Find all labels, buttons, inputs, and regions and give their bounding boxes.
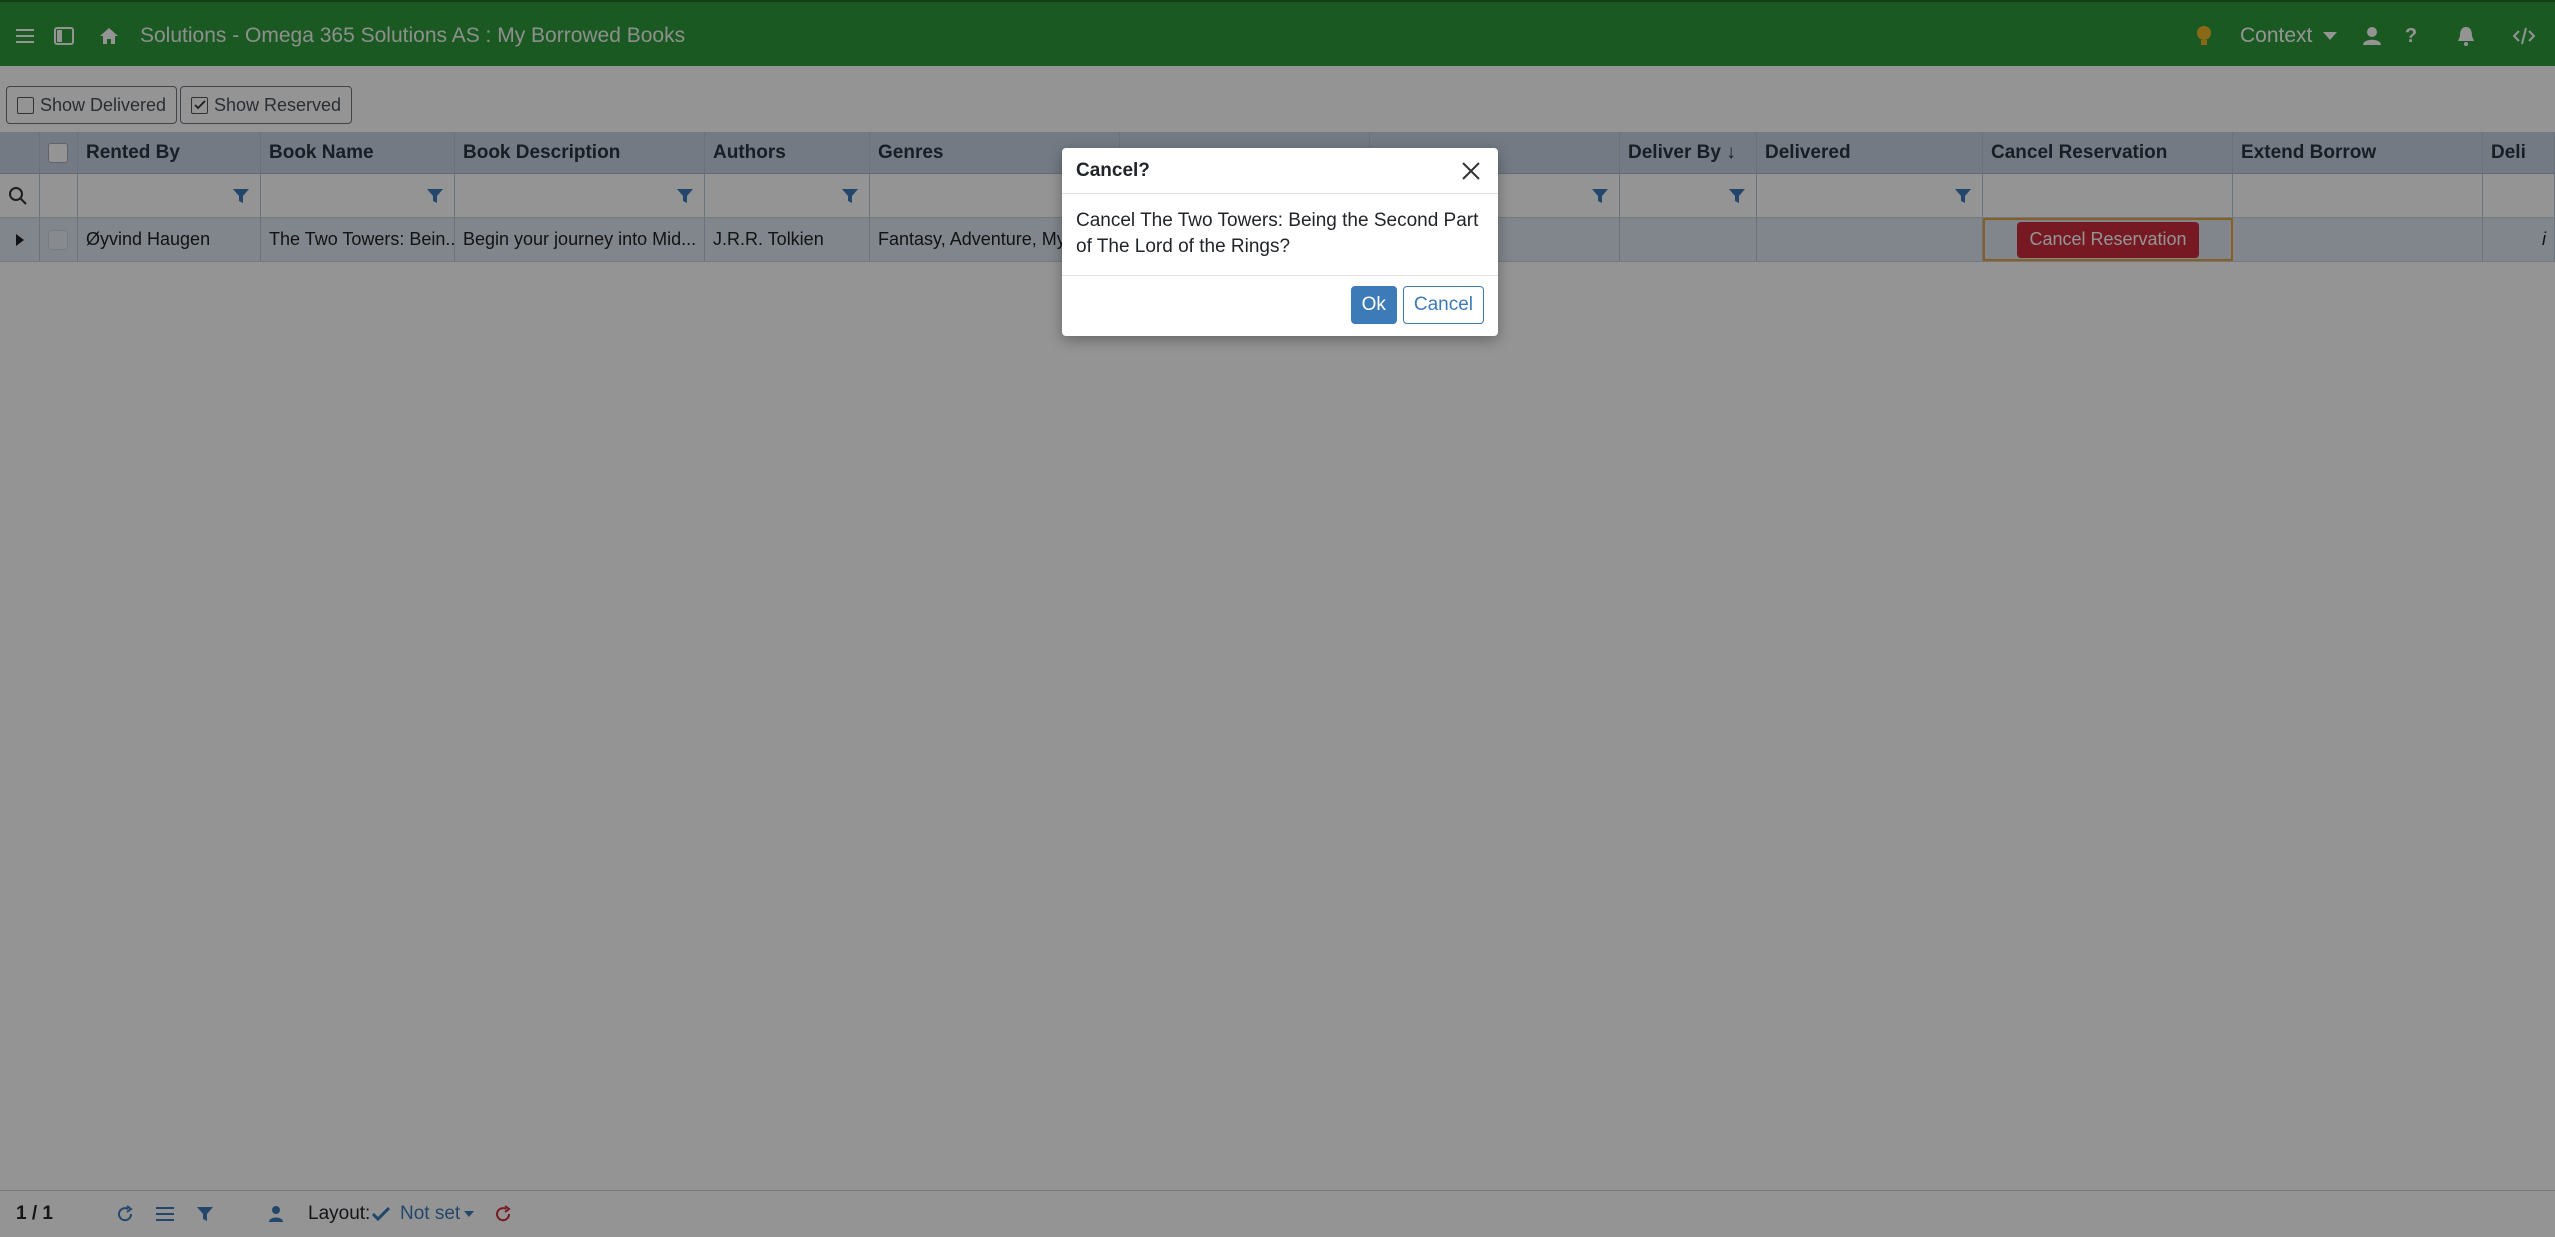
dialog-footer: Ok Cancel [1062,276,1498,334]
dialog-message: Cancel The Two Towers: Being the Second … [1062,194,1498,276]
dialog-header: Cancel? [1062,148,1498,194]
close-icon[interactable] [1458,158,1484,184]
ok-button[interactable]: Ok [1350,286,1397,324]
dialog-title: Cancel? [1076,159,1150,181]
cancel-button[interactable]: Cancel [1402,286,1484,324]
confirm-dialog: Cancel? Cancel The Two Towers: Being the… [1062,148,1498,336]
